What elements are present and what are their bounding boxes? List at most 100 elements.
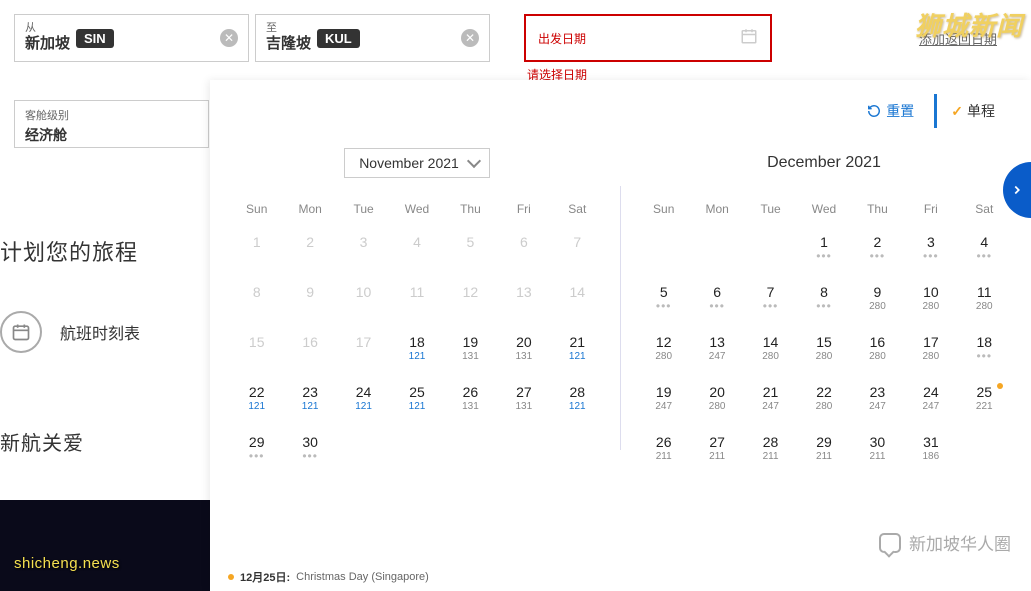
calendar-day[interactable]: 28211 xyxy=(744,430,797,470)
calendar-day[interactable]: 15280 xyxy=(797,330,850,370)
calendar-day: 14 xyxy=(551,280,604,320)
cabin-value: 经济舱 xyxy=(25,125,198,145)
dow-label: Mon xyxy=(283,198,336,220)
dow-label: Mon xyxy=(690,198,743,220)
calendar-day[interactable]: 1••• xyxy=(797,230,850,270)
month-right: December 2021 SunMonTueWedThuFriSat 1•••… xyxy=(637,146,1011,470)
calendar-day[interactable]: 2••• xyxy=(851,230,904,270)
month-left: November 2021 SunMonTueWedThuFriSat 1234… xyxy=(230,146,604,470)
origin-label: 从 xyxy=(25,19,36,35)
oneway-label: 单程 xyxy=(967,101,995,121)
left-panel: 计划您的旅程 航班时刻表 新航关爱 xyxy=(0,195,210,456)
dow-label: Sat xyxy=(551,198,604,220)
calendar-day[interactable]: 21247 xyxy=(744,380,797,420)
cabin-label: 客舱级别 xyxy=(25,107,198,123)
calendar-day[interactable]: 24121 xyxy=(337,380,390,420)
calendar-day[interactable]: 21121 xyxy=(551,330,604,370)
calendar-day[interactable]: 18••• xyxy=(958,330,1011,370)
month-right-title: December 2021 xyxy=(637,146,1011,180)
watermark-top-right: 狮城新闻 xyxy=(915,6,1023,43)
calendar-day[interactable]: 6••• xyxy=(690,280,743,320)
cabin-class-field[interactable]: 客舱级别 经济舱 xyxy=(14,100,209,148)
calendar-day[interactable]: 14280 xyxy=(744,330,797,370)
calendar-day[interactable]: 29••• xyxy=(230,430,283,470)
calendar-day[interactable]: 12280 xyxy=(637,330,690,370)
oneway-tab[interactable]: ✓ 单程 xyxy=(934,94,995,128)
clear-origin-icon[interactable]: ✕ xyxy=(220,29,238,47)
calendar-day[interactable]: 8••• xyxy=(797,280,850,320)
dow-label: Sun xyxy=(230,198,283,220)
origin-field[interactable]: 从 新加坡 SIN ✕ xyxy=(14,14,249,62)
flight-schedule-label: 航班时刻表 xyxy=(60,320,140,344)
calendar-day: 13 xyxy=(497,280,550,320)
dow-label: Wed xyxy=(390,198,443,220)
clear-destination-icon[interactable]: ✕ xyxy=(461,29,479,47)
calendar-day[interactable]: 4••• xyxy=(958,230,1011,270)
calendar-day: 9 xyxy=(283,280,336,320)
calendar-day[interactable]: 19247 xyxy=(637,380,690,420)
check-icon: ✓ xyxy=(951,103,963,120)
destination-field[interactable]: 至 吉隆坡 KUL ✕ xyxy=(255,14,490,62)
calendar-day[interactable]: 22280 xyxy=(797,380,850,420)
calendar-day: 8 xyxy=(230,280,283,320)
calendar-day[interactable]: 26211 xyxy=(637,430,690,470)
origin-code-badge: SIN xyxy=(76,29,114,48)
dow-label: Thu xyxy=(851,198,904,220)
dow-label: Sun xyxy=(637,198,690,220)
calendar-popup: 重置 ✓ 单程 November 2021 SunMonTueWedThuFri… xyxy=(210,80,1031,591)
dow-label: Thu xyxy=(444,198,497,220)
flight-schedule-row[interactable]: 航班时刻表 xyxy=(0,297,210,367)
calendar-day[interactable]: 3••• xyxy=(904,230,957,270)
legend-text: Christmas Day (Singapore) xyxy=(296,571,429,583)
calendar-day[interactable]: 23121 xyxy=(283,380,336,420)
calendar-day: 2 xyxy=(283,230,336,270)
calendar-day[interactable]: 23247 xyxy=(851,380,904,420)
calendar-day[interactable]: 28121 xyxy=(551,380,604,420)
departure-date-field[interactable]: 出发日期 xyxy=(524,14,772,62)
calendar-day[interactable]: 16280 xyxy=(851,330,904,370)
calendar-day[interactable]: 22121 xyxy=(230,380,283,420)
legend-dot-icon xyxy=(228,574,234,580)
calendar-day[interactable]: 27131 xyxy=(497,380,550,420)
calendar-day[interactable]: 29211 xyxy=(797,430,850,470)
calendar-day[interactable]: 13247 xyxy=(690,330,743,370)
plan-heading: 计划您的旅程 xyxy=(0,195,210,297)
calendar-day[interactable]: 11280 xyxy=(958,280,1011,320)
dow-label: Fri xyxy=(497,198,550,220)
calendar-day[interactable]: 5••• xyxy=(637,280,690,320)
dow-label: Fri xyxy=(904,198,957,220)
month-selector[interactable]: November 2021 xyxy=(344,148,490,178)
holiday-legend: 12月25日: Christmas Day (Singapore) xyxy=(228,569,429,585)
calendar-day[interactable]: 19131 xyxy=(444,330,497,370)
calendar-day[interactable]: 31186 xyxy=(904,430,957,470)
dow-label: Tue xyxy=(337,198,390,220)
calendar-day[interactable]: 20131 xyxy=(497,330,550,370)
legend-date: 12月25日: xyxy=(240,569,290,585)
destination-label: 至 xyxy=(266,19,277,35)
calendar-day[interactable]: 18121 xyxy=(390,330,443,370)
care-heading: 新航关爱 xyxy=(0,427,210,456)
calendar-icon xyxy=(740,27,758,50)
calendar-day: 7 xyxy=(551,230,604,270)
calendar-day[interactable]: 10280 xyxy=(904,280,957,320)
calendar-day[interactable]: 20280 xyxy=(690,380,743,420)
calendar-day[interactable]: 30••• xyxy=(283,430,336,470)
departure-date-label: 出发日期 xyxy=(538,30,586,47)
schedule-icon xyxy=(0,311,42,353)
calendar-day[interactable]: 7••• xyxy=(744,280,797,320)
calendar-day[interactable]: 25121 xyxy=(390,380,443,420)
dow-label: Tue xyxy=(744,198,797,220)
calendar-day[interactable]: 25221 xyxy=(958,380,1011,420)
wechat-icon xyxy=(879,533,901,553)
reset-button[interactable]: 重置 xyxy=(867,101,914,121)
month-divider xyxy=(620,186,621,450)
dark-banner xyxy=(0,500,210,591)
calendar-day[interactable]: 17280 xyxy=(904,330,957,370)
calendar-day[interactable]: 30211 xyxy=(851,430,904,470)
calendar-day: 3 xyxy=(337,230,390,270)
calendar-day[interactable]: 26131 xyxy=(444,380,497,420)
calendar-day: 17 xyxy=(337,330,390,370)
calendar-day[interactable]: 9280 xyxy=(851,280,904,320)
calendar-day[interactable]: 24247 xyxy=(904,380,957,420)
calendar-day[interactable]: 27211 xyxy=(690,430,743,470)
